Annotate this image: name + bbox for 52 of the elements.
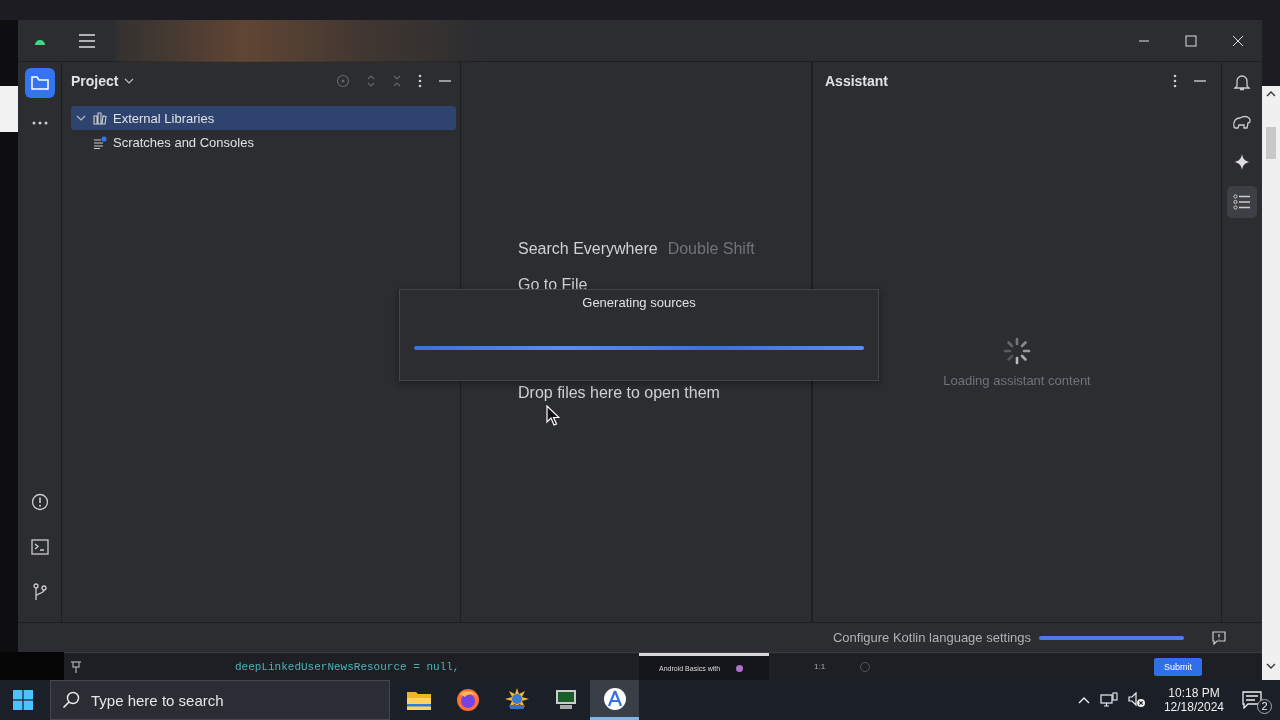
loading-spinner-icon xyxy=(1003,337,1031,365)
options-icon[interactable] xyxy=(1173,74,1177,88)
chevron-down-icon[interactable] xyxy=(76,115,86,121)
chevron-down-icon[interactable] xyxy=(124,78,135,84)
cursor-icon xyxy=(546,405,560,427)
message-icon[interactable] xyxy=(1212,630,1226,645)
ratio-label: 1:1 xyxy=(814,662,826,671)
compass-icon[interactable] xyxy=(590,680,639,720)
terminal-icon[interactable] xyxy=(30,539,49,555)
submit-button[interactable]: Submit xyxy=(1154,657,1202,676)
chevron-up-icon[interactable] xyxy=(1077,696,1090,704)
notifications-icon[interactable] xyxy=(1242,691,1262,709)
project-folder-icon[interactable] xyxy=(24,68,55,98)
assistant-panel-title: Assistant xyxy=(825,73,889,89)
clock-date[interactable]: 12/18/2024 xyxy=(1163,700,1224,714)
warning-icon[interactable] xyxy=(30,493,49,511)
search-icon xyxy=(62,691,80,709)
project-panel-title[interactable]: Project xyxy=(71,73,119,89)
status-task-text[interactable]: Configure Kotlin language settings xyxy=(832,630,1031,645)
scratch-icon xyxy=(93,135,107,149)
dialog-title: Generating sources xyxy=(582,295,696,310)
status-dot-icon xyxy=(736,664,744,672)
scroll-thumb[interactable] xyxy=(1266,127,1276,159)
drop-hint: Drop files here to open them xyxy=(518,384,721,402)
hint-action: Search Everywhere xyxy=(518,240,658,258)
maximize-icon[interactable] xyxy=(1185,34,1197,47)
clock-time[interactable]: 10:18 PM xyxy=(1168,686,1220,700)
menu-icon[interactable] xyxy=(78,33,96,48)
expand-icon[interactable] xyxy=(366,74,376,88)
volume-muted-icon[interactable] xyxy=(1127,692,1146,708)
hint-shortcut: Double Shift xyxy=(667,240,755,258)
scroll-up-icon[interactable] xyxy=(1266,91,1276,97)
library-icon xyxy=(93,111,107,125)
hide-icon[interactable] xyxy=(438,79,452,83)
collapse-icon[interactable] xyxy=(392,74,402,88)
tree-item[interactable]: Scratches and Consoles xyxy=(71,130,456,154)
branch-icon[interactable] xyxy=(31,583,48,601)
scrollbar[interactable] xyxy=(1262,86,1280,652)
loading-text: Loading assistant content xyxy=(943,373,1091,388)
notification-count: 2 xyxy=(1257,699,1272,714)
scroll-down-icon[interactable] xyxy=(1266,663,1276,669)
locate-icon[interactable] xyxy=(336,74,350,88)
hide-icon[interactable] xyxy=(1193,79,1207,83)
pin-icon xyxy=(70,659,82,674)
checklist-icon[interactable] xyxy=(1227,186,1257,218)
windows-start-icon[interactable] xyxy=(13,690,33,710)
code-line: deepLinkedUserNewsResource = null, xyxy=(235,660,461,673)
tree-item[interactable]: External Libraries xyxy=(71,106,456,130)
close-icon[interactable] xyxy=(1232,34,1244,47)
taskbar-search-field[interactable]: Type here to search xyxy=(50,680,390,720)
network-icon[interactable] xyxy=(1099,692,1118,708)
options-icon[interactable] xyxy=(418,74,422,88)
